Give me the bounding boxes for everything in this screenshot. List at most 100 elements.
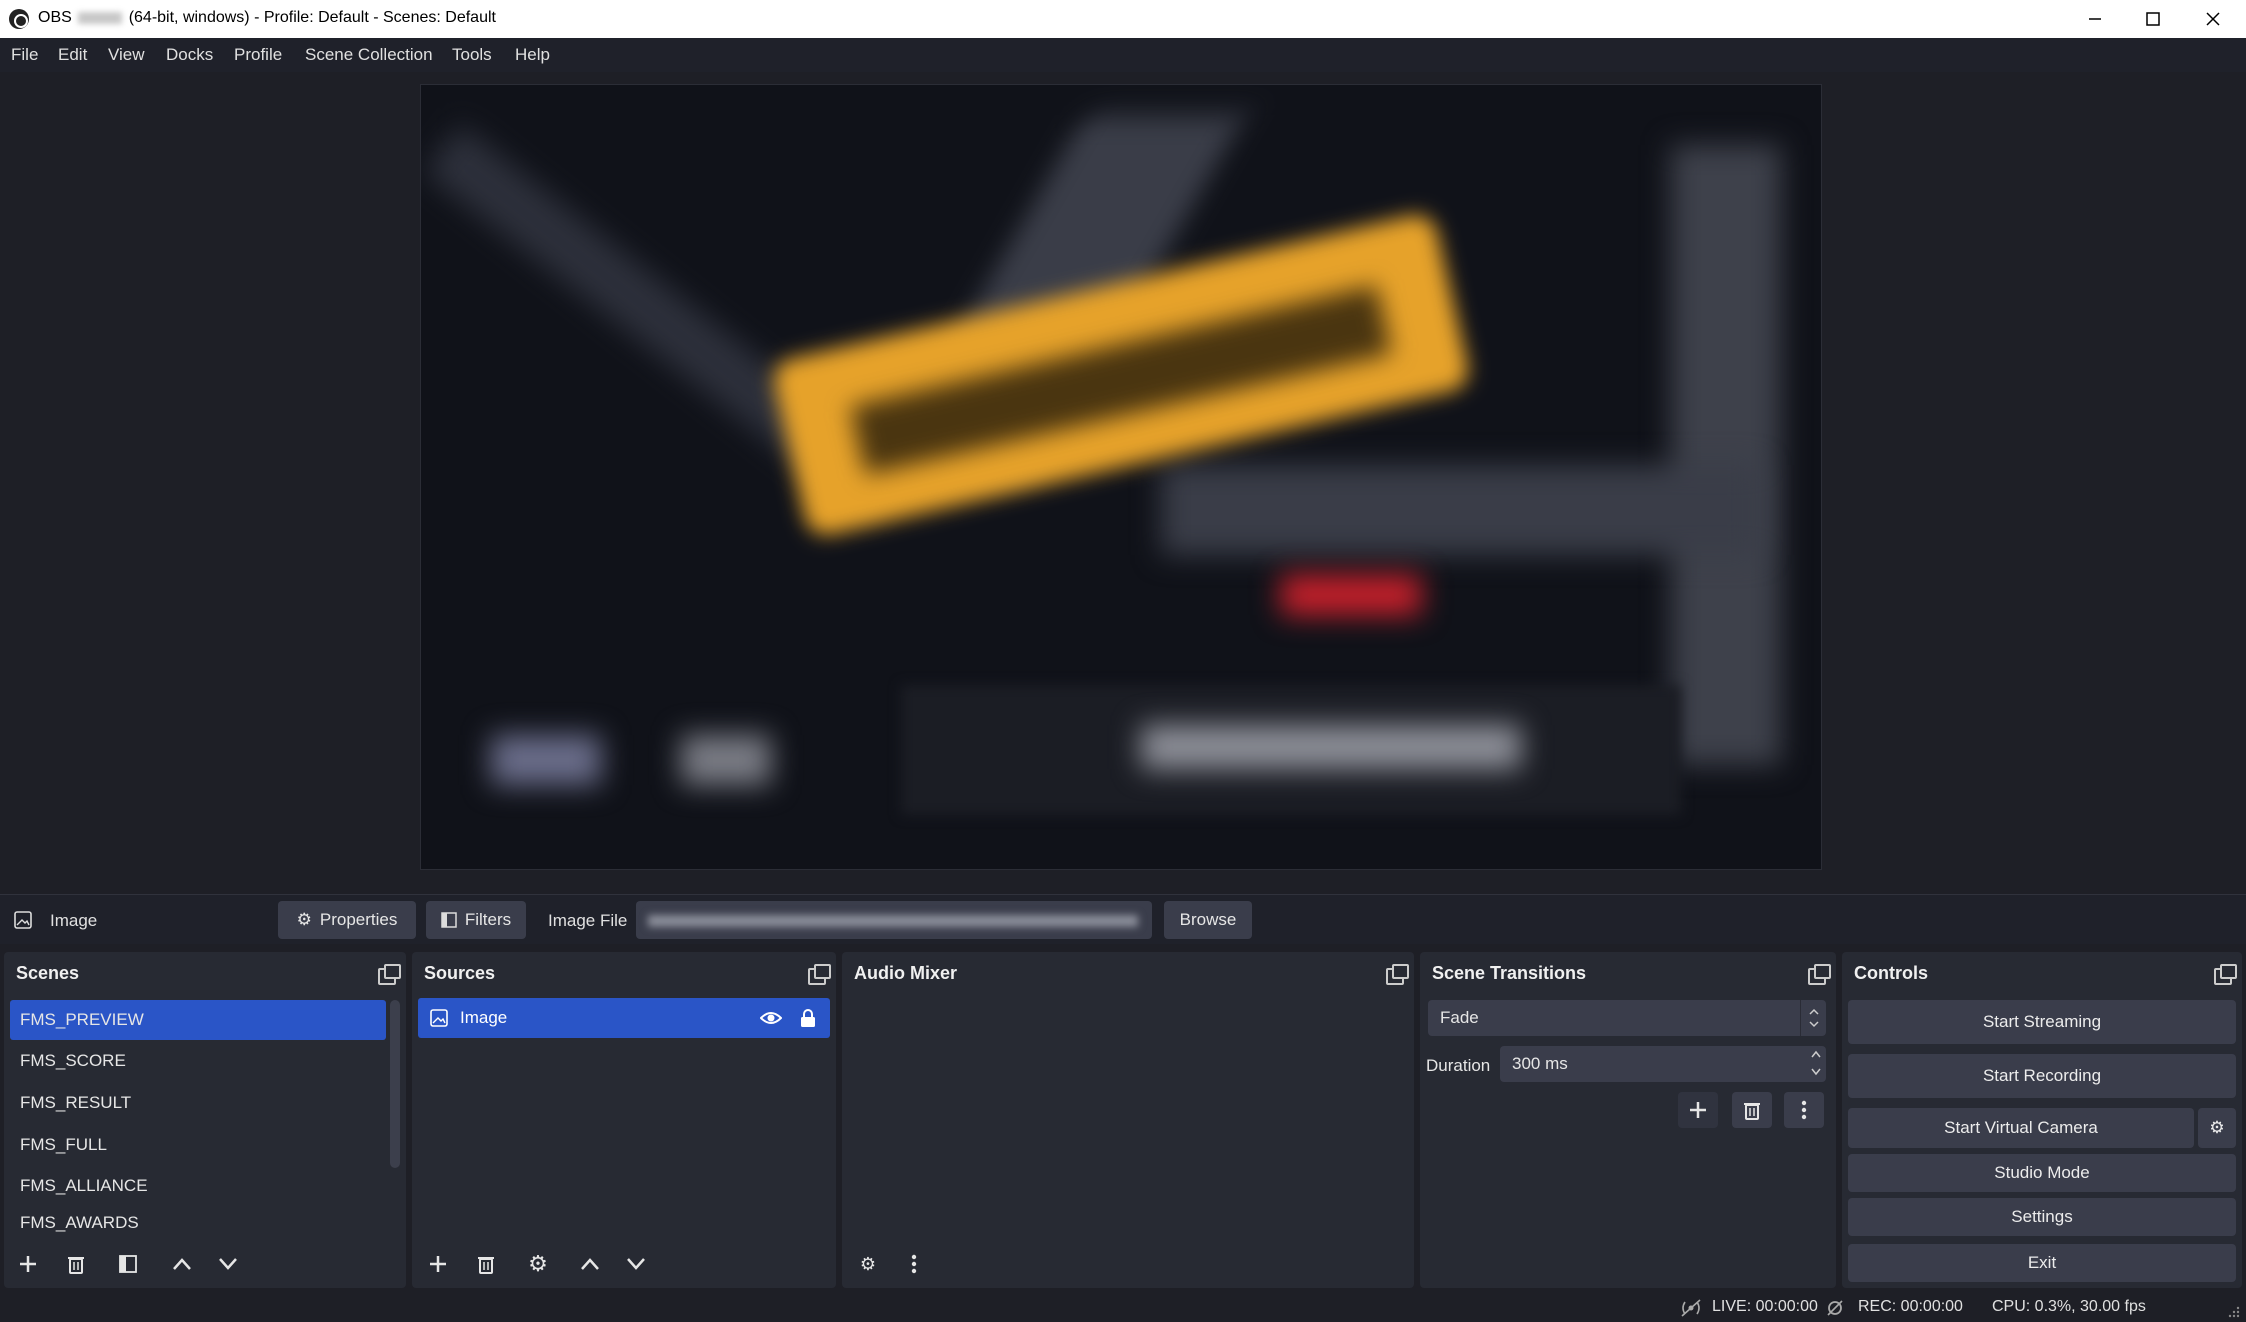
undock-icon[interactable] — [808, 964, 831, 985]
menu-tools[interactable]: Tools — [452, 45, 492, 65]
chevron-up-icon — [581, 1258, 599, 1270]
filters-label: Filters — [464, 910, 512, 929]
maximize-icon — [2146, 12, 2160, 26]
scene-item[interactable]: FMS_PREVIEW — [10, 1000, 386, 1040]
image-file-path-field[interactable] — [636, 901, 1152, 939]
minimize-button[interactable] — [2066, 0, 2124, 38]
advanced-audio-properties-button[interactable]: ⚙ — [848, 1246, 888, 1282]
blurred-shape — [1161, 465, 1761, 555]
scenes-title: Scenes — [16, 963, 80, 983]
start-virtual-camera-button[interactable]: Start Virtual Camera — [1848, 1108, 2194, 1148]
transition-select[interactable]: Fade — [1428, 1000, 1826, 1036]
move-source-down-button[interactable] — [616, 1246, 656, 1282]
preview-canvas[interactable] — [420, 84, 1822, 870]
rec-status: REC: 00:00:00 — [1858, 1298, 1963, 1315]
minimize-icon — [2089, 18, 2101, 20]
obs-logo-icon — [9, 9, 29, 29]
status-bar: LIVE: 00:00:00 REC: 00:00:00 CPU: 0.3%, … — [0, 1292, 2246, 1322]
add-scene-button[interactable] — [8, 1246, 48, 1282]
menu-file[interactable]: File — [11, 45, 38, 65]
undock-icon[interactable] — [1386, 964, 1409, 985]
menu-view[interactable]: View — [108, 45, 145, 65]
scene-item[interactable]: FMS_RESULT — [10, 1083, 386, 1123]
gear-icon: ⚙ — [296, 910, 312, 929]
source-item[interactable]: Image — [418, 998, 830, 1038]
properties-label: Properties — [319, 910, 398, 929]
plus-icon — [1690, 1102, 1706, 1118]
audio-mixer-dock-header: Audio Mixer — [842, 952, 1414, 994]
gear-icon: ⚙ — [528, 1251, 548, 1276]
scene-transitions-title: Scene Transitions — [1432, 963, 1587, 983]
settings-button[interactable]: Settings — [1848, 1198, 2236, 1236]
cpu-status: CPU: 0.3%, 30.00 fps — [1992, 1298, 2146, 1315]
move-source-up-button[interactable] — [570, 1246, 610, 1282]
exit-button[interactable]: Exit — [1848, 1244, 2236, 1282]
maximize-button[interactable] — [2124, 0, 2182, 38]
add-transition-button[interactable] — [1678, 1092, 1718, 1128]
studio-mode-button[interactable]: Studio Mode — [1848, 1154, 2236, 1192]
chevron-up-icon — [173, 1258, 191, 1270]
source-name: Image — [460, 1008, 508, 1027]
scene-item[interactable]: FMS_SCORE — [10, 1041, 386, 1081]
filters-button[interactable]: Filters — [426, 901, 526, 939]
image-icon — [430, 1009, 448, 1027]
remove-source-button[interactable] — [466, 1246, 506, 1282]
move-scene-down-button[interactable] — [208, 1246, 248, 1282]
move-scene-up-button[interactable] — [162, 1246, 202, 1282]
start-recording-button[interactable]: Start Recording — [1848, 1054, 2236, 1098]
updown-icon — [1800, 1000, 1826, 1036]
broadcast-icon — [1681, 1299, 1701, 1317]
menu-edit[interactable]: Edit — [58, 45, 87, 65]
duration-label: Duration — [1426, 1056, 1491, 1075]
blurred-shape — [491, 735, 601, 785]
title-prefix: OBS — [38, 9, 72, 26]
gear-icon: ⚙ — [2209, 1118, 2225, 1137]
undock-icon[interactable] — [378, 964, 401, 985]
virtual-camera-config-button[interactable]: ⚙ — [2198, 1108, 2236, 1148]
remove-transition-button[interactable] — [1732, 1092, 1772, 1128]
undock-icon[interactable] — [1808, 964, 1831, 985]
browse-button[interactable]: Browse — [1164, 901, 1252, 939]
properties-button[interactable]: ⚙ Properties — [278, 901, 416, 939]
blurred-shape — [681, 735, 771, 785]
scene-item[interactable]: FMS_AWARDS — [10, 1208, 386, 1238]
source-properties-button[interactable]: ⚙ — [518, 1246, 558, 1282]
duration-value: 300 ms — [1512, 1054, 1568, 1073]
scenes-scrollbar[interactable] — [390, 1000, 400, 1168]
scene-filters-button[interactable] — [108, 1246, 148, 1282]
record-icon — [1827, 1300, 1843, 1316]
start-streaming-button[interactable]: Start Streaming — [1848, 1000, 2236, 1044]
redacted-version — [78, 11, 123, 24]
close-icon — [2206, 12, 2220, 26]
image-file-label: Image File — [548, 911, 628, 930]
menu-docks[interactable]: Docks — [166, 45, 213, 65]
audio-mixer-menu-button[interactable] — [894, 1246, 934, 1282]
eye-icon[interactable] — [760, 1010, 782, 1026]
browse-label: Browse — [1179, 910, 1237, 929]
scene-transitions-dock: Scene Transitions Fade Duration 300 ms — [1420, 952, 1836, 1288]
filters-icon — [441, 912, 457, 928]
menu-scene-collection[interactable]: Scene Collection — [305, 45, 433, 65]
sources-title: Sources — [424, 963, 496, 983]
chevron-down-icon — [219, 1258, 237, 1270]
selected-source-name: Image — [50, 911, 98, 930]
scene-item[interactable]: FMS_FULL — [10, 1125, 386, 1165]
scene-item[interactable]: FMS_ALLIANCE — [10, 1166, 386, 1206]
menu-profile[interactable]: Profile — [234, 45, 282, 65]
scenes-dock: Scenes FMS_PREVIEW FMS_SCORE FMS_RESULT … — [4, 952, 406, 1288]
add-source-button[interactable] — [418, 1246, 458, 1282]
blurred-shape — [1671, 145, 1781, 765]
close-button[interactable] — [2184, 0, 2242, 38]
duration-spinbox[interactable]: 300 ms — [1500, 1046, 1826, 1082]
undock-icon[interactable] — [2214, 964, 2237, 985]
remove-scene-button[interactable] — [56, 1246, 96, 1282]
lock-icon[interactable] — [800, 1008, 816, 1028]
resize-grip-icon[interactable] — [2226, 1304, 2240, 1318]
menu-bar: File Edit View Docks Profile Scene Colle… — [0, 38, 2246, 72]
menu-help[interactable]: Help — [515, 45, 550, 65]
transition-properties-button[interactable] — [1784, 1092, 1824, 1128]
plus-icon — [430, 1256, 446, 1272]
image-icon — [14, 911, 32, 929]
spin-icon[interactable] — [1810, 1048, 1822, 1078]
window-title: OBS (64-bit, windows) - Profile: Default… — [38, 9, 496, 27]
